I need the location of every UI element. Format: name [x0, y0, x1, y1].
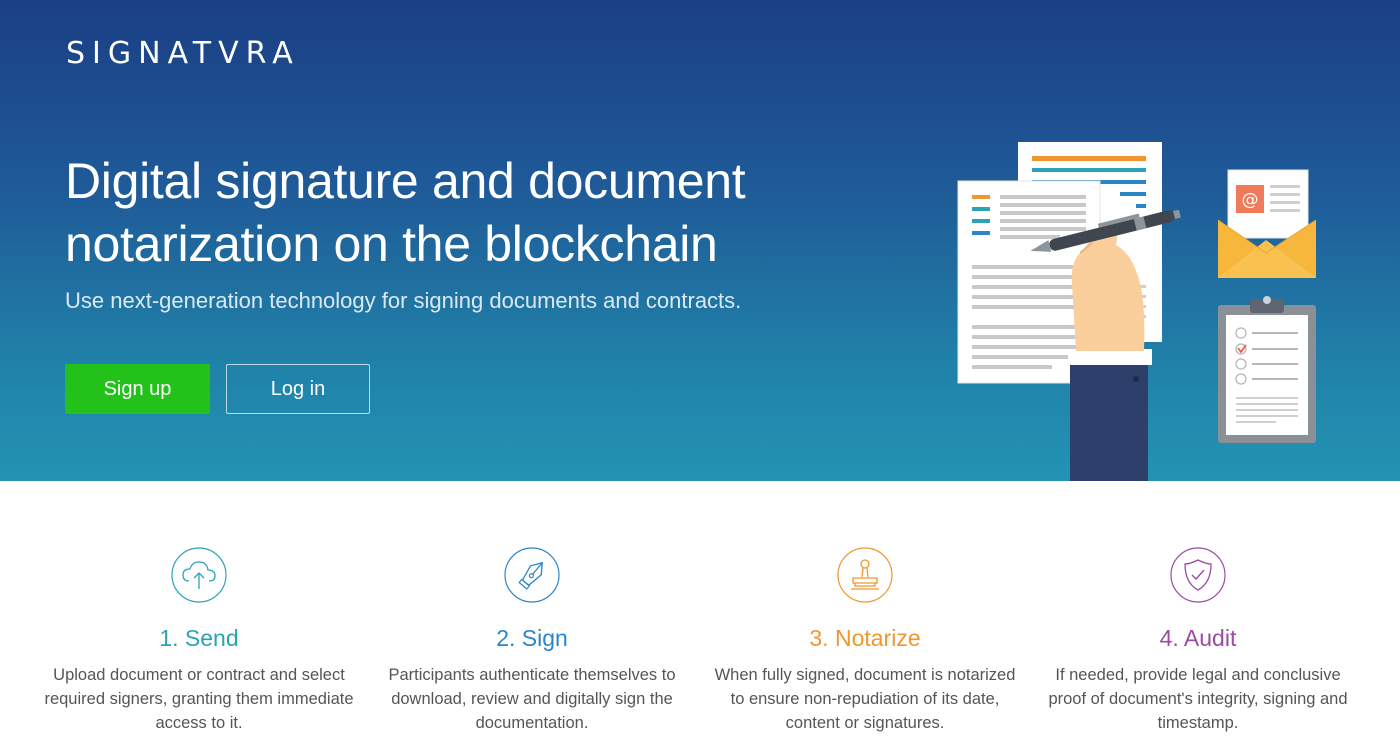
feature-description: When fully signed, document is notarized…: [714, 666, 1016, 732]
stamp-icon: [837, 547, 893, 603]
logo[interactable]: SIGNATVRA: [66, 36, 300, 71]
hero-headline: Digital signature and document notarizat…: [65, 153, 746, 272]
feature-title: 1. Send: [159, 625, 239, 651]
feature-title: 2. Sign: [496, 625, 568, 651]
document-signing-illustration: @: [957, 142, 1317, 481]
feature-description: If needed, provide legal and conclusive …: [1048, 666, 1348, 732]
svg-text:@: @: [1242, 190, 1259, 210]
log-in-button[interactable]: Log in: [226, 364, 370, 414]
shield-check-icon: [1170, 547, 1226, 603]
hero-subheadline: Use next-generation technology for signi…: [65, 288, 742, 313]
feature-title: 3. Notarize: [809, 625, 921, 651]
feature-title: 4. Audit: [1159, 625, 1237, 651]
feature-description: Participants authenticate themselves to …: [388, 666, 676, 732]
pen-nib-icon: [504, 547, 560, 603]
hero-section: SIGNATVRA Digital signature and document…: [0, 0, 1400, 481]
checklist-clipboard-icon: [1218, 296, 1316, 443]
feature-description: Upload document or contract and select r…: [44, 666, 354, 732]
cloud-upload-icon: [171, 547, 227, 603]
email-envelope-icon: @: [1217, 169, 1317, 278]
features-section: 1. Send Upload document or contract and …: [0, 481, 1400, 756]
sign-up-button[interactable]: Sign up: [65, 364, 210, 414]
